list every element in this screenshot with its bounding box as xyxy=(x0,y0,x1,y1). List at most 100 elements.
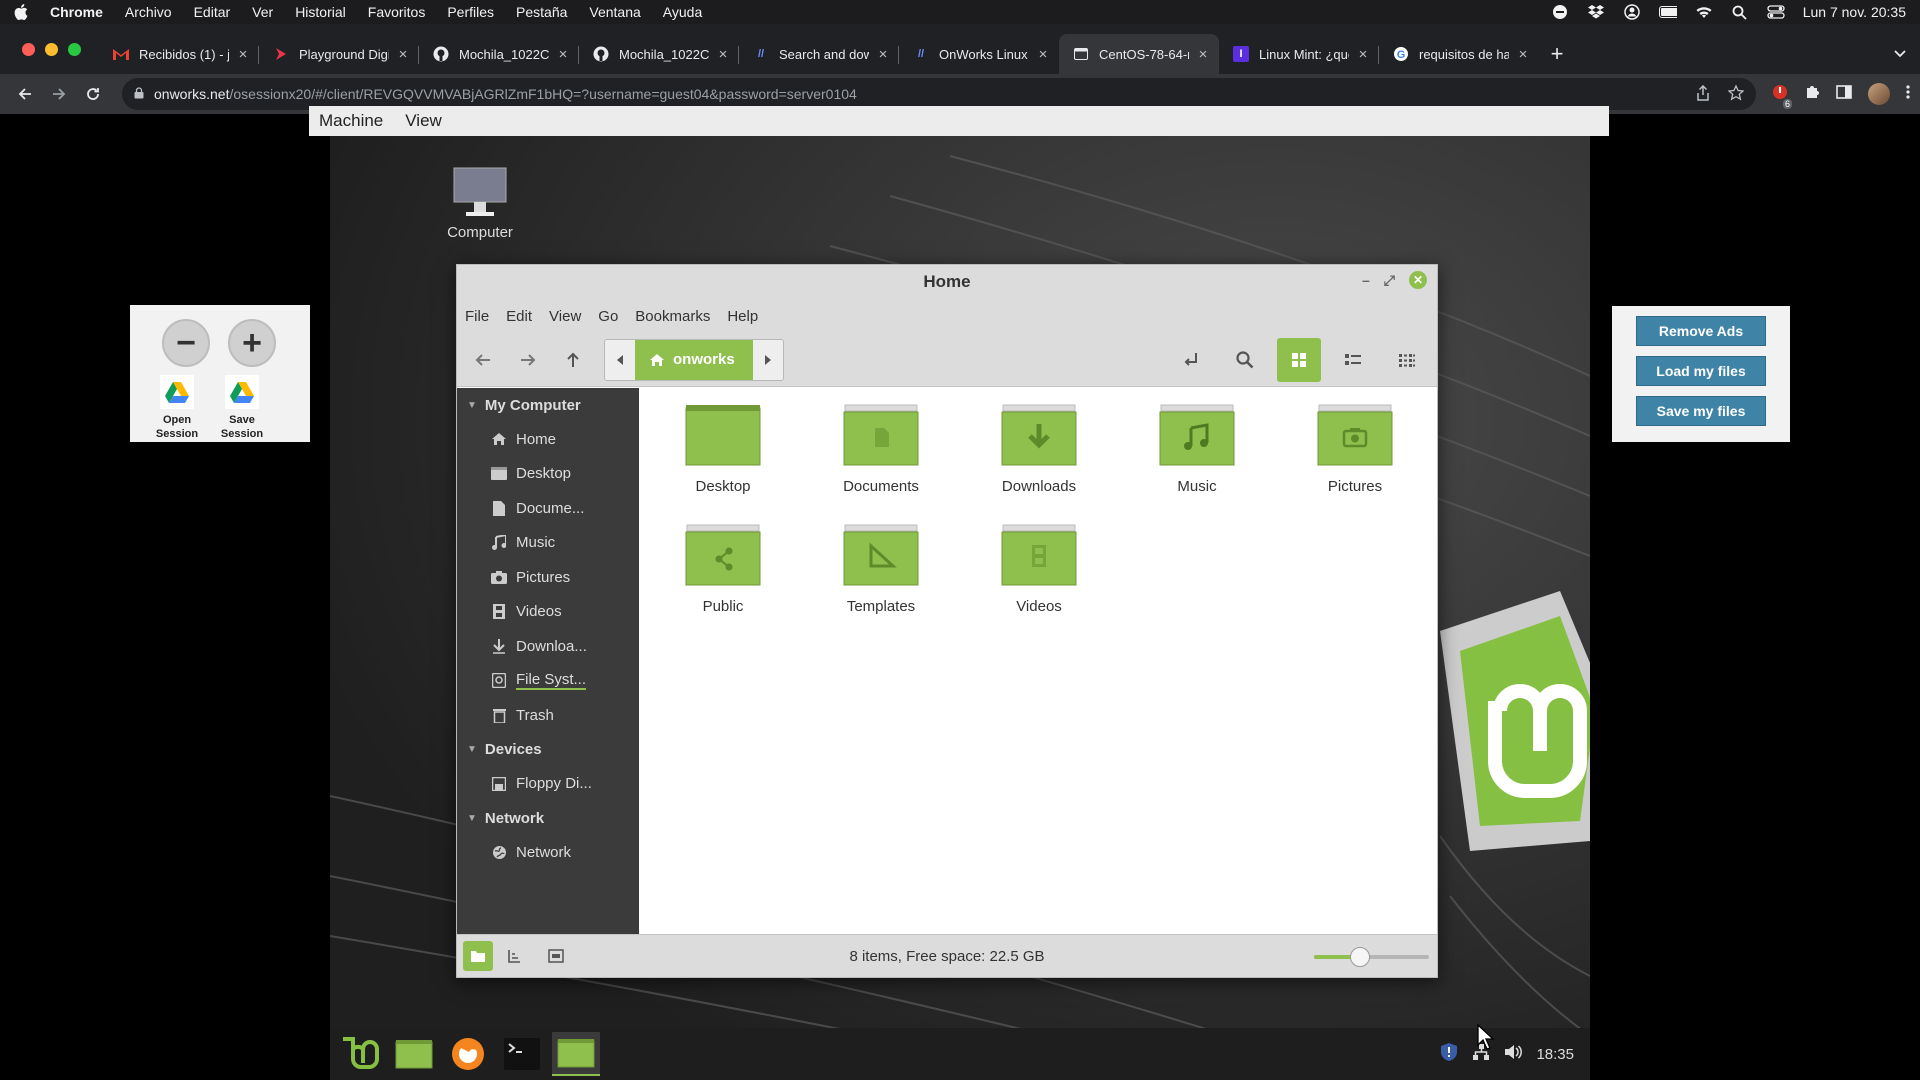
open-session-button[interactable]: Open Session xyxy=(152,375,202,441)
dropbox-icon[interactable] xyxy=(1587,5,1605,19)
menu-archivo[interactable]: Archivo xyxy=(125,4,172,20)
menu-perfiles[interactable]: Perfiles xyxy=(447,4,494,20)
icon-view-button[interactable] xyxy=(1277,337,1321,382)
sidebar-item-pictures[interactable]: Pictures xyxy=(457,560,639,595)
user-circle-icon[interactable] xyxy=(1623,4,1641,20)
zoom-window-button[interactable] xyxy=(68,42,81,56)
battery-icon[interactable] xyxy=(1658,5,1677,19)
mint-menu-icon[interactable] xyxy=(336,1032,384,1076)
bookmark-star-icon[interactable] xyxy=(1727,83,1745,104)
search-icon[interactable] xyxy=(1223,338,1267,382)
menu-historial[interactable]: Historial xyxy=(295,4,346,20)
share-icon[interactable] xyxy=(1696,84,1710,104)
remote-desktop[interactable]: Computer Home – ⤢ ✕ File Edit View Go Bo… xyxy=(330,136,1590,1080)
menu-machine[interactable]: Machine xyxy=(319,111,383,131)
extension-icon[interactable]: 6 xyxy=(1772,84,1792,109)
menu-ventana[interactable]: Ventana xyxy=(589,4,640,20)
menu-editar[interactable]: Editar xyxy=(194,4,231,20)
close-tab-icon[interactable]: × xyxy=(395,46,411,63)
load-files-button[interactable]: Load my files xyxy=(1636,356,1766,386)
menubar-clock[interactable]: Lun 7 nov. 20:35 xyxy=(1803,4,1906,20)
files-app-icon[interactable] xyxy=(552,1032,600,1076)
folder-item[interactable]: Desktop xyxy=(653,404,793,495)
compact-view-button[interactable] xyxy=(1385,338,1429,382)
sidebar-item-music[interactable]: Music xyxy=(457,526,639,561)
back-arrow-icon[interactable] xyxy=(467,344,499,376)
control-center-icon[interactable] xyxy=(1767,5,1785,19)
browser-tab[interactable]: Mochila_1022C1PT/Ac × xyxy=(419,34,579,74)
sidebar-item-file-system[interactable]: File Syst... xyxy=(457,664,639,699)
close-tab-icon[interactable]: × xyxy=(875,46,891,63)
browser-tab-active[interactable]: CentOS-78-64-minim × xyxy=(1059,34,1219,74)
desktop-icon-computer[interactable]: Computer xyxy=(445,166,515,241)
zoom-slider[interactable] xyxy=(1314,947,1429,967)
lock-icon[interactable] xyxy=(134,86,144,102)
tray-clock[interactable]: 18:35 xyxy=(1536,1046,1574,1063)
reload-button[interactable] xyxy=(78,79,108,109)
close-window-button[interactable] xyxy=(22,42,35,56)
close-tab-icon[interactable]: × xyxy=(1195,46,1211,63)
sidebar-section-network[interactable]: ▼ Network xyxy=(457,801,639,835)
folder-item[interactable]: Documents xyxy=(811,404,951,495)
places-toggle-button[interactable] xyxy=(463,941,493,971)
zoom-in-button[interactable]: + xyxy=(228,319,276,367)
do-not-disturb-icon[interactable] xyxy=(1551,5,1569,19)
sidebar-section-devices[interactable]: ▼ Devices xyxy=(457,733,639,767)
spotlight-search-icon[interactable] xyxy=(1731,5,1749,20)
kebab-menu-icon[interactable] xyxy=(1906,84,1910,105)
folder-item[interactable]: Public xyxy=(653,524,793,615)
menu-file[interactable]: File xyxy=(465,308,489,325)
browser-tab[interactable]: Playground Digital Ho × xyxy=(259,34,419,74)
puzzle-icon[interactable] xyxy=(1804,84,1820,105)
zoom-slider-knob[interactable] xyxy=(1350,947,1370,967)
profile-avatar[interactable] xyxy=(1868,83,1890,105)
sidebar-item-desktop[interactable]: Desktop xyxy=(457,457,639,492)
forward-arrow-icon[interactable] xyxy=(512,344,544,376)
tab-search-chevron-icon[interactable] xyxy=(1880,34,1920,74)
browser-tab[interactable]: // Search and download × xyxy=(739,34,899,74)
maximize-icon[interactable]: ⤢ xyxy=(1384,272,1395,289)
sidebar-item-home[interactable]: Home xyxy=(457,422,639,457)
close-tab-icon[interactable]: × xyxy=(1515,46,1531,63)
browser-tab[interactable]: // OnWorks Linux Online × xyxy=(899,34,1059,74)
menu-ayuda[interactable]: Ayuda xyxy=(663,4,702,20)
list-view-button[interactable] xyxy=(1331,338,1375,382)
menu-help[interactable]: Help xyxy=(727,308,758,325)
sidebar-item-downloads[interactable]: Downloa... xyxy=(457,629,639,664)
shield-icon[interactable] xyxy=(1440,1042,1458,1066)
forward-button[interactable] xyxy=(44,79,74,109)
close-icon[interactable]: ✕ xyxy=(1409,271,1427,289)
menu-chrome[interactable]: Chrome xyxy=(50,4,103,20)
browser-tab[interactable]: G requisitos de hardwar × xyxy=(1379,34,1539,74)
menu-pestana[interactable]: Pestaña xyxy=(516,4,567,20)
up-arrow-icon[interactable] xyxy=(557,344,589,376)
window-titlebar[interactable]: Home – ⤢ ✕ xyxy=(457,265,1437,299)
menu-bookmarks[interactable]: Bookmarks xyxy=(635,308,710,325)
folder-item[interactable]: Templates xyxy=(811,524,951,615)
folder-item[interactable]: Music xyxy=(1127,404,1267,495)
folder-view[interactable]: Desktop Documents Downloads Music Pictur… xyxy=(639,388,1437,936)
back-button[interactable] xyxy=(10,79,40,109)
zoom-out-button[interactable]: − xyxy=(162,319,210,367)
close-tab-icon[interactable]: × xyxy=(1355,46,1371,63)
path-crumb-home[interactable]: onworks xyxy=(635,339,753,380)
close-tab-icon[interactable]: × xyxy=(715,46,731,63)
location-toggle-icon[interactable] xyxy=(1169,338,1213,382)
browser-tab[interactable]: I Linux Mint: ¿qué cara × xyxy=(1219,34,1379,74)
path-right-arrow-icon[interactable] xyxy=(752,339,783,380)
menu-view[interactable]: View xyxy=(549,308,581,325)
hide-sidebar-button[interactable] xyxy=(541,941,571,971)
remove-ads-button[interactable]: Remove Ads xyxy=(1636,316,1766,346)
sidebar-item-videos[interactable]: Videos xyxy=(457,595,639,630)
new-tab-button[interactable]: + xyxy=(1539,34,1575,74)
sidebar-item-documents[interactable]: Docume... xyxy=(457,491,639,526)
sidebar-item-trash[interactable]: Trash xyxy=(457,698,639,733)
menu-go[interactable]: Go xyxy=(598,308,618,325)
side-panel-icon[interactable] xyxy=(1836,84,1852,105)
volume-icon[interactable] xyxy=(1504,1044,1523,1064)
apple-icon[interactable] xyxy=(14,4,30,20)
menu-ver[interactable]: Ver xyxy=(252,4,273,20)
save-files-button[interactable]: Save my files xyxy=(1636,396,1766,426)
minimize-icon[interactable]: – xyxy=(1362,272,1370,288)
menu-view[interactable]: View xyxy=(405,111,442,131)
